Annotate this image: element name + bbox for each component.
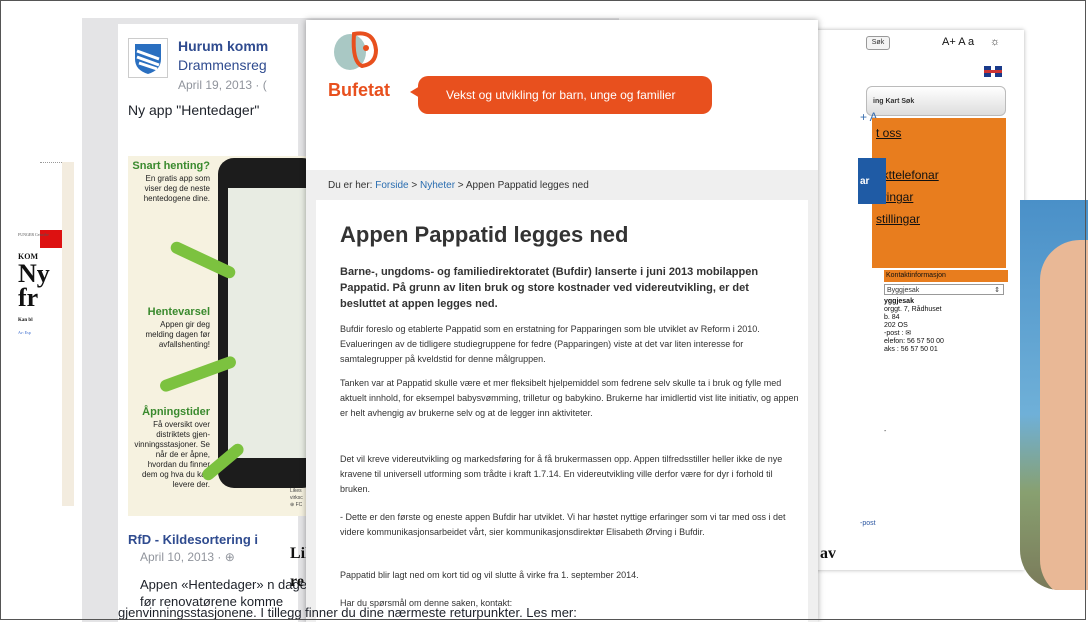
ad-heading-2: Hentevarsel: [147, 306, 210, 318]
article-paragraph: - Dette er den første og eneste appen Bu…: [340, 512, 786, 537]
dash: -: [884, 428, 887, 435]
app-advert-image[interactable]: Snart henting? En gratis app som viser d…: [128, 156, 308, 516]
blue-tab[interactable]: ar: [858, 158, 886, 204]
ad-heading-3: Åpningstider: [142, 406, 210, 418]
contact-address: yggjesak orggt. 7, Rådhuset b. 84 202 OS…: [884, 298, 944, 353]
dotted-divider: [40, 162, 64, 163]
bufetat-logo-icon[interactable]: [330, 28, 382, 72]
post2-text-tail: gjenvinningsstasjonene. I tillegg finner…: [118, 605, 577, 620]
contact-header: Kontaktinformasjon: [884, 270, 1008, 282]
select-arrow-icon: ⇕: [994, 287, 1000, 294]
article-paragraph: Pappatid blir lagt ned om kort tid og vi…: [340, 570, 639, 580]
post2-date[interactable]: April 10, 2013 · ⊕: [140, 550, 235, 564]
font-size-controls[interactable]: A+ A a: [942, 36, 974, 48]
under-article-fragment: av: [820, 545, 836, 562]
news-small-text: FUNGER Ceiuribe: [18, 232, 49, 237]
ad-text-2: Appen gir deg melding dagen før avfallsh…: [145, 320, 210, 349]
post-date[interactable]: April 19, 2013 · (: [178, 78, 267, 92]
phone-screen: [228, 188, 306, 458]
ad-text-1: En gratis app som viser deg de neste hen…: [143, 174, 210, 203]
tagline-banner: Vekst og utvikling for barn, unge og fam…: [410, 76, 712, 114]
hand-shape: [1040, 240, 1088, 590]
link-contact-us[interactable]: t oss: [876, 126, 901, 140]
beige-strip: [62, 162, 74, 506]
breadcrumb-home[interactable]: Forside: [375, 180, 408, 191]
top-nav-bar[interactable]: ing Kart Søk: [866, 86, 1006, 116]
epost-link[interactable]: -post: [860, 520, 876, 527]
news-headline: Ny fr: [18, 259, 50, 312]
article-lead: Barne-, ungdoms- og familiedirektoratet …: [340, 266, 759, 310]
page-name-link[interactable]: Hurum komm: [178, 38, 268, 54]
municipality-crest-icon[interactable]: [128, 38, 168, 78]
news-byline[interactable]: Av: Esp: [18, 330, 31, 335]
english-flag-icon[interactable]: [984, 66, 1002, 77]
bufetat-header: Bufetat Vekst og utvikling for barn, ung…: [306, 20, 818, 170]
bufetat-page: Bufetat Vekst og utvikling for barn, ung…: [306, 20, 818, 622]
search-button[interactable]: Søk: [866, 36, 890, 50]
ad-text-3: Få oversikt over distriktets gjen-vinnin…: [134, 420, 210, 489]
page-region-link[interactable]: Drammensreg: [178, 57, 267, 73]
breadcrumb-current: Appen Pappatid legges ned: [465, 180, 589, 191]
breadcrumb-news[interactable]: Nyheter: [420, 180, 455, 191]
department-select[interactable]: Byggjesak ⇕: [884, 284, 1004, 295]
post-text: Ny app "Hentedager": [128, 102, 260, 118]
municipality-site: Søk A+ A a ☼ ing Kart Søk + A t oss aktt…: [806, 30, 1024, 570]
newspaper-snippet: FUNGER Ceiuribe KOM Ny fr Kan bl Av: Esp: [14, 162, 64, 362]
article-paragraph: Bufdir foreslo og etablerte Pappatid som…: [340, 324, 760, 364]
breadcrumb: Du er her: Forside > Nyheter > Appen Pap…: [328, 180, 589, 191]
photo-hand: [1020, 200, 1088, 590]
phone-illustration: [218, 158, 308, 488]
article-paragraph: Det vil kreve videreutvikling og markeds…: [340, 454, 783, 494]
bufetat-wordmark[interactable]: Bufetat: [328, 80, 390, 101]
post2-title-link[interactable]: RfD - Kildesortering i: [128, 532, 258, 547]
news-lead: Kan bl: [18, 318, 33, 323]
article-title: Appen Pappatid legges ned: [340, 222, 629, 247]
contrast-sun-icon[interactable]: ☼: [990, 36, 1000, 48]
article-paragraph: Tanken var at Pappatid skulle være et me…: [340, 378, 799, 418]
orange-link-panel: t oss akttelefonar eringar stillingar: [872, 118, 1006, 268]
ad-heading-1: Snart henting?: [132, 160, 210, 172]
link-jobs[interactable]: stillingar: [876, 212, 920, 226]
